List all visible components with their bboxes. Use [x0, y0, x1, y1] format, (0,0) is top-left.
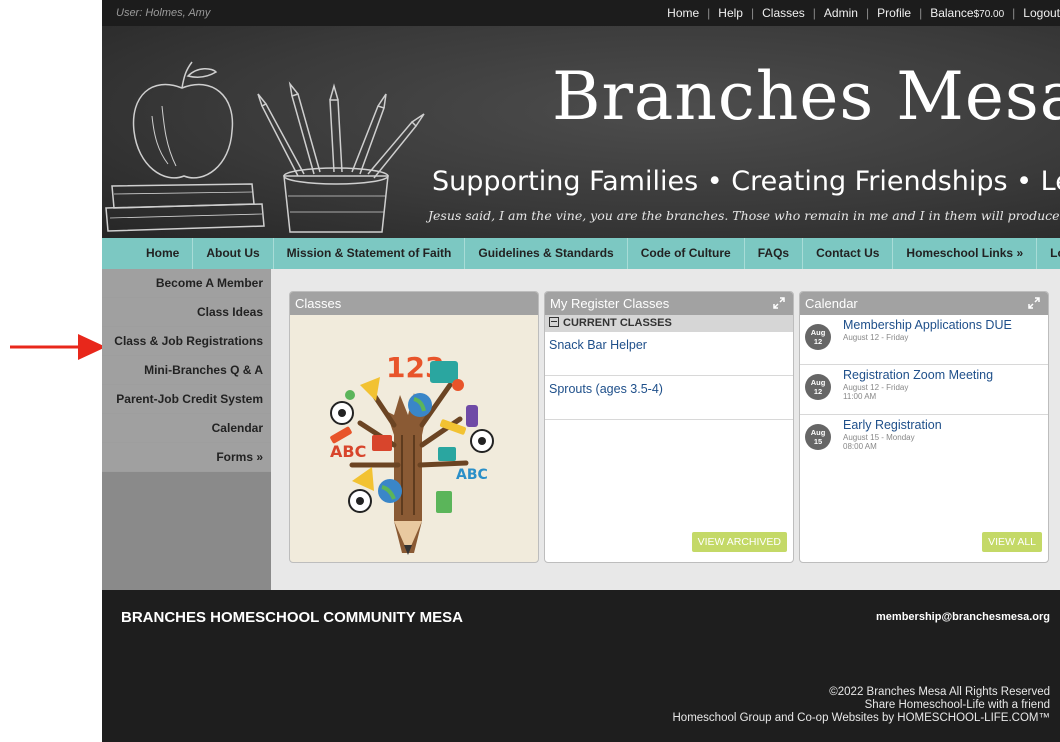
- current-classes-label: CURRENT CLASSES: [563, 317, 672, 329]
- expand-icon[interactable]: [1027, 296, 1041, 310]
- page: User: Holmes, Amy Home | Help | Classes | A…: [0, 0, 1060, 742]
- event-date: August 15 - Monday 08:00 AM: [843, 433, 915, 451]
- top-utility-bar: User: Holmes, Amy Home | Help | Classes | A…: [102, 0, 1060, 26]
- classes-panel-header: Classes: [290, 292, 538, 315]
- sidebar-item-become-a-member[interactable]: Become A Member: [102, 269, 271, 298]
- svg-text:ABC: ABC: [456, 467, 488, 483]
- sidebar-item-class-job-registrations[interactable]: Class & Job Registrations: [102, 327, 271, 356]
- top-link-admin[interactable]: Admin: [824, 6, 858, 20]
- register-item[interactable]: Snack Bar Helper: [545, 332, 793, 376]
- top-link-help[interactable]: Help: [718, 6, 743, 20]
- event-date-badge: Aug 12: [805, 374, 831, 400]
- sidebar: Become A Member Class Ideas Class & Job …: [102, 269, 271, 590]
- footer-legal: ©2022 Branches Mesa All Rights Reserved …: [673, 686, 1051, 725]
- register-item-label[interactable]: Snack Bar Helper: [549, 338, 647, 352]
- view-archived-button[interactable]: VIEW ARCHIVED: [691, 532, 787, 552]
- nav-homeschool-links[interactable]: Homeschool Links »: [893, 238, 1038, 269]
- site-footer: BRANCHES HOMESCHOOL COMMUNITY MESA membe…: [102, 590, 1060, 742]
- top-link-home[interactable]: Home: [667, 6, 699, 20]
- footer-email-link[interactable]: membership@branchesmesa.org: [876, 611, 1050, 623]
- calendar-event[interactable]: Aug 12 Registration Zoom Meeting August 1…: [800, 365, 1048, 415]
- footer-org-name: BRANCHES HOMESCHOOL COMMUNITY MESA: [121, 609, 463, 626]
- main-navigation: Home About Us Mission & Statement of Fai…: [102, 238, 1060, 269]
- sidebar-item-calendar[interactable]: Calendar: [102, 414, 271, 443]
- view-all-button[interactable]: VIEW ALL: [982, 532, 1042, 552]
- event-date: August 12 - Friday: [843, 333, 909, 342]
- event-title[interactable]: Membership Applications DUE: [843, 318, 1012, 332]
- nav-guidelines[interactable]: Guidelines & Standards: [465, 238, 628, 269]
- register-panel-title: My Register Classes: [550, 296, 670, 311]
- svg-text:ABC: ABC: [330, 442, 366, 461]
- top-link-balance[interactable]: Balance$70.00: [930, 6, 1004, 20]
- top-link-profile[interactable]: Profile: [877, 6, 911, 20]
- site-title: Branches Mesa: [552, 58, 1060, 135]
- footer-share-link[interactable]: Share Homeschool-Life with a friend: [673, 699, 1050, 712]
- sidebar-item-forms[interactable]: Forms »: [102, 443, 271, 472]
- event-title[interactable]: Early Registration: [843, 418, 942, 432]
- classes-panel: Classes 123 ABC ABC: [289, 291, 539, 563]
- calendar-panel: Calendar Aug 12 Membership Applications D…: [799, 291, 1049, 563]
- site-tagline: Supporting Families • Creating Friendshi…: [432, 166, 1060, 197]
- current-classes-subhead[interactable]: CURRENT CLASSES: [545, 315, 793, 332]
- nav-locations[interactable]: Locations »: [1037, 238, 1060, 269]
- calendar-event[interactable]: Aug 12 Membership Applications DUE August…: [800, 315, 1048, 365]
- chalk-apple-books-pencils-illustration: [105, 61, 425, 233]
- register-item[interactable]: Sprouts (ages 3.5-4): [545, 376, 793, 420]
- site-banner: Branches Mesa Supporting Families • Crea…: [102, 26, 1060, 238]
- current-user-label: User: Holmes, Amy: [116, 7, 211, 19]
- annotation-arrow-icon: [10, 334, 106, 360]
- event-date: August 12 - Friday 11:00 AM: [843, 383, 909, 401]
- footer-copyright: ©2022 Branches Mesa All Rights Reserved: [829, 686, 1050, 698]
- classes-panel-title: Classes: [295, 296, 342, 311]
- event-date-badge: Aug 12: [805, 324, 831, 350]
- footer-credit-link[interactable]: Homeschool Group and Co-op Websites by H…: [673, 712, 1051, 725]
- nav-mission[interactable]: Mission & Statement of Faith: [274, 238, 466, 269]
- calendar-panel-header: Calendar: [800, 292, 1048, 315]
- sidebar-item-class-ideas[interactable]: Class Ideas: [102, 298, 271, 327]
- nav-about-us[interactable]: About Us: [193, 238, 274, 269]
- event-date-badge: Aug 15: [805, 424, 831, 450]
- expand-icon[interactable]: [772, 296, 786, 310]
- event-title[interactable]: Registration Zoom Meeting: [843, 368, 993, 382]
- register-panel-header: My Register Classes: [545, 292, 793, 315]
- nav-contact-us[interactable]: Contact Us: [803, 238, 894, 269]
- collapse-icon[interactable]: [549, 317, 559, 327]
- calendar-event[interactable]: Aug 15 Early Registration August 15 - Mon…: [800, 415, 1048, 465]
- utility-links: Home | Help | Classes | Admin | Profile | Bal…: [667, 6, 1060, 20]
- top-link-logout[interactable]: Logout: [1023, 6, 1060, 20]
- register-classes-panel: My Register Classes CURRENT CLASSES Snac…: [544, 291, 794, 563]
- site-verse: Jesus said, I am the vine, you are the b…: [428, 208, 1060, 223]
- top-link-classes[interactable]: Classes: [762, 6, 805, 20]
- sidebar-item-mini-branches[interactable]: Mini-Branches Q & A: [102, 356, 271, 385]
- website: User: Holmes, Amy Home | Help | Classes | A…: [102, 0, 1060, 742]
- balance-label: Balance: [930, 6, 974, 20]
- nav-home[interactable]: Home: [102, 238, 194, 269]
- calendar-panel-title: Calendar: [805, 296, 858, 311]
- main-content: Classes 123 ABC ABC My Register Classes …: [271, 269, 1060, 590]
- balance-amount: $70.00: [973, 9, 1005, 20]
- nav-code-of-culture[interactable]: Code of Culture: [628, 238, 745, 269]
- register-item-label[interactable]: Sprouts (ages 3.5-4): [549, 382, 663, 396]
- pencil-tree-illustration[interactable]: 123 ABC ABC: [290, 315, 538, 563]
- nav-faqs[interactable]: FAQs: [745, 238, 804, 269]
- sidebar-item-parent-job-credit[interactable]: Parent-Job Credit System: [102, 385, 271, 414]
